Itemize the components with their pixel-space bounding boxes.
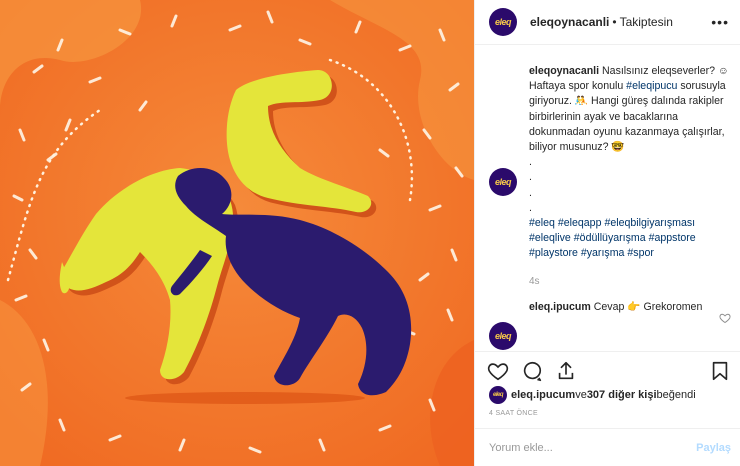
wrestlers-illustration — [0, 0, 474, 466]
likes-summary: eleq eleq.ipucum ve 307 diğer kişi beğen… — [489, 386, 696, 404]
avatar-logo-text: eleq — [494, 331, 512, 341]
liker-avatar[interactable]: eleq — [489, 386, 507, 404]
post-sidebar: eleq eleqoynacanli • Takiptesin ••• eleq… — [474, 0, 740, 466]
hashtag-link[interactable]: #ödüllüyarışma — [574, 232, 646, 244]
commenter-avatar[interactable]: eleq — [489, 322, 517, 350]
action-bar — [475, 351, 740, 387]
post-comment-button[interactable]: Paylaş — [696, 442, 731, 454]
comment-input[interactable] — [489, 439, 679, 457]
add-comment-bar: Paylaş — [475, 428, 740, 466]
separator-dot: • — [612, 15, 617, 29]
profile-avatar[interactable]: eleq — [489, 8, 517, 36]
comment-text: eleq.ipucum Cevap 👉 Grekoromen — [529, 300, 729, 315]
hashtag-link[interactable]: #yarışma — [581, 247, 625, 259]
comment-username[interactable]: eleq.ipucum — [529, 301, 591, 313]
avatar-logo-text: eleq — [492, 392, 504, 398]
hashtag-link[interactable]: #eleq — [529, 217, 555, 229]
caption-text: eleqoynacanli Nasılsınız eleqseverler? ☺… — [529, 64, 729, 262]
post-image[interactable] — [0, 0, 474, 466]
comment-item: eleq eleq.ipucum Cevap 👉 Grekoromen — [489, 300, 731, 350]
hashtag-link[interactable]: #spor — [627, 247, 654, 259]
post-header: eleq eleqoynacanli • Takiptesin ••• — [475, 0, 740, 45]
more-icon[interactable]: ••• — [711, 14, 729, 30]
likes-connector: ve — [575, 389, 587, 401]
comment-icon[interactable] — [521, 360, 543, 382]
hashtag-link[interactable]: #eleqipucu — [626, 80, 677, 92]
follow-status[interactable]: Takiptesin — [620, 15, 673, 29]
caption-body-2: sorusuyla giriyoruz. 🤼 Hangi güreş dalın… — [529, 80, 726, 214]
share-icon[interactable] — [555, 360, 577, 382]
heart-icon[interactable] — [487, 360, 509, 382]
post-timestamp[interactable]: 4 SAAT ÖNCE — [489, 410, 538, 417]
caption-avatar[interactable]: eleq — [489, 168, 517, 196]
hashtag-link[interactable]: #eleqapp — [558, 217, 602, 229]
caption-time[interactable]: 4s — [529, 276, 729, 287]
bookmark-icon[interactable] — [709, 360, 731, 382]
post-caption: eleq eleqoynacanli Nasılsınız eleqseverl… — [489, 64, 729, 287]
likes-count[interactable]: 307 diğer kişi — [587, 389, 657, 401]
liker-username[interactable]: eleq.ipucum — [511, 389, 575, 401]
hashtag-link[interactable]: #eleqlive — [529, 232, 571, 244]
hashtag-link[interactable]: #eleqbilgiyarışması — [604, 217, 695, 229]
avatar-logo-text: eleq — [494, 17, 512, 27]
likes-suffix: beğendi — [656, 389, 696, 401]
comment-body: Cevap 👉 Grekoromen — [590, 301, 703, 313]
comment-heart-icon[interactable] — [719, 312, 731, 324]
hashtag-link[interactable]: #appstore — [649, 232, 696, 244]
instagram-post-modal: eleq eleqoynacanli • Takiptesin ••• eleq… — [0, 0, 740, 466]
post-username[interactable]: eleqoynacanli — [530, 15, 609, 29]
hashtag-link[interactable]: #playstore — [529, 247, 578, 259]
comments-list: eleq eleqoynacanli Nasılsınız eleqseverl… — [475, 46, 740, 351]
avatar-logo-text: eleq — [494, 177, 512, 187]
caption-username[interactable]: eleqoynacanli — [529, 65, 599, 77]
